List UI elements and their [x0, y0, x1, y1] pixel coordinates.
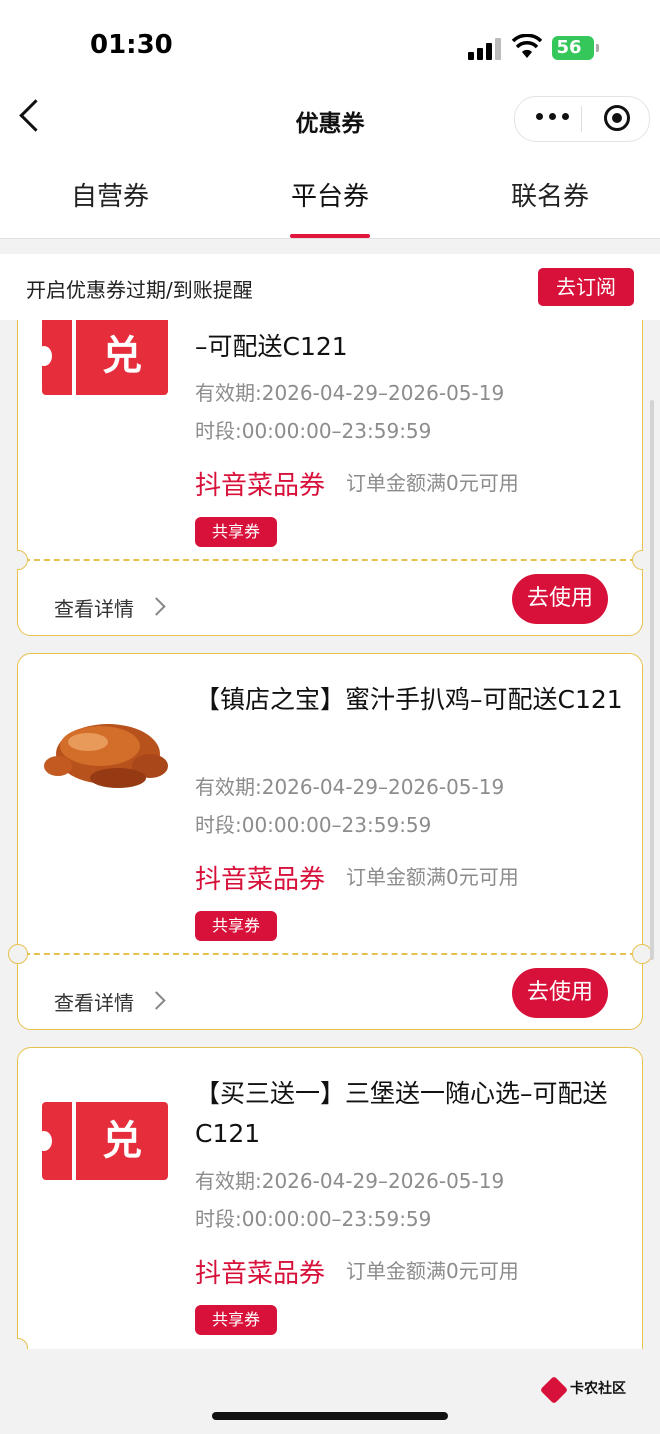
capsule-divider — [581, 106, 582, 132]
view-details-link[interactable]: 查看详情 — [54, 593, 134, 622]
watermark: 卡农社区 — [539, 1375, 628, 1405]
coupon-title: –可配送C121 — [195, 332, 348, 361]
coupon-timeslot: 时段:00:00:00–23:59:59 — [195, 419, 432, 443]
close-mini-program-icon[interactable] — [604, 105, 630, 131]
coupon-card: 兑 –可配送C121 有效期:2026-04-29–2026-05-19 时段:… — [17, 320, 643, 636]
coupon-condition: 订单金额满0元可用 — [346, 1259, 519, 1283]
coupon-type: 抖音菜品券 — [195, 471, 326, 501]
coupon-validity: 有效期:2026-04-29–2026-05-19 — [195, 775, 505, 799]
wifi-icon — [511, 33, 543, 60]
shared-badge: 共享券 — [195, 517, 277, 547]
shared-badge: 共享券 — [195, 1305, 277, 1335]
home-indicator[interactable] — [212, 1412, 448, 1420]
battery-level: 56 — [556, 37, 582, 58]
coupon-condition: 订单金额满0元可用 — [346, 865, 519, 889]
subscribe-button[interactable]: 去订阅 — [538, 268, 634, 306]
chevron-right-icon — [147, 597, 166, 616]
coupon-type: 抖音菜品券 — [195, 865, 326, 895]
coupon-title: 【镇店之宝】蜜汁手扒鸡–可配送C121 — [195, 685, 623, 714]
coupon-card: 【镇店之宝】蜜汁手扒鸡–可配送C121 有效期:2026-04-29–2026-… — [8, 653, 652, 1030]
card-divider — [24, 953, 636, 955]
coupon-validity: 有效期:2026-04-29–2026-05-19 — [195, 1169, 505, 1193]
use-coupon-button[interactable]: 去使用 — [512, 574, 608, 624]
signal-icon — [468, 38, 502, 60]
coupon-type: 抖音菜品券 — [195, 1259, 326, 1289]
more-icon[interactable] — [536, 109, 570, 123]
battery-icon: 56 — [552, 36, 599, 60]
card-divider — [24, 559, 636, 561]
reminder-text: 开启优惠券过期/到账提醒 — [26, 278, 253, 302]
scrollbar[interactable] — [650, 400, 654, 960]
exchange-ticket-icon: 兑 — [36, 1102, 168, 1180]
coupon-card: 兑 【买三送一】三堡送一随心选–可配送C121 有效期:2026-04-29–2… — [17, 1047, 643, 1349]
coupon-timeslot: 时段:00:00:00–23:59:59 — [195, 813, 432, 837]
tab-platform[interactable]: 平台券 — [220, 176, 440, 213]
chevron-right-icon — [147, 991, 166, 1010]
exchange-ticket-icon: 兑 — [36, 320, 168, 395]
active-tab-indicator — [290, 234, 370, 238]
kanong-logo-icon — [539, 1375, 569, 1405]
tab-co-branded[interactable]: 联名券 — [440, 176, 660, 213]
shared-badge: 共享券 — [195, 911, 277, 941]
status-time: 01:30 — [90, 30, 173, 60]
roast-chicken-image — [44, 724, 168, 788]
coupon-validity: 有效期:2026-04-29–2026-05-19 — [195, 381, 505, 405]
use-coupon-button[interactable]: 去使用 — [512, 968, 608, 1018]
view-details-link[interactable]: 查看详情 — [54, 987, 134, 1016]
tab-self-operated[interactable]: 自营券 — [0, 176, 220, 213]
coupon-title: 【买三送一】三堡送一随心选–可配送C121 — [195, 1079, 608, 1148]
coupon-timeslot: 时段:00:00:00–23:59:59 — [195, 1207, 432, 1231]
coupon-condition: 订单金额满0元可用 — [346, 471, 519, 495]
